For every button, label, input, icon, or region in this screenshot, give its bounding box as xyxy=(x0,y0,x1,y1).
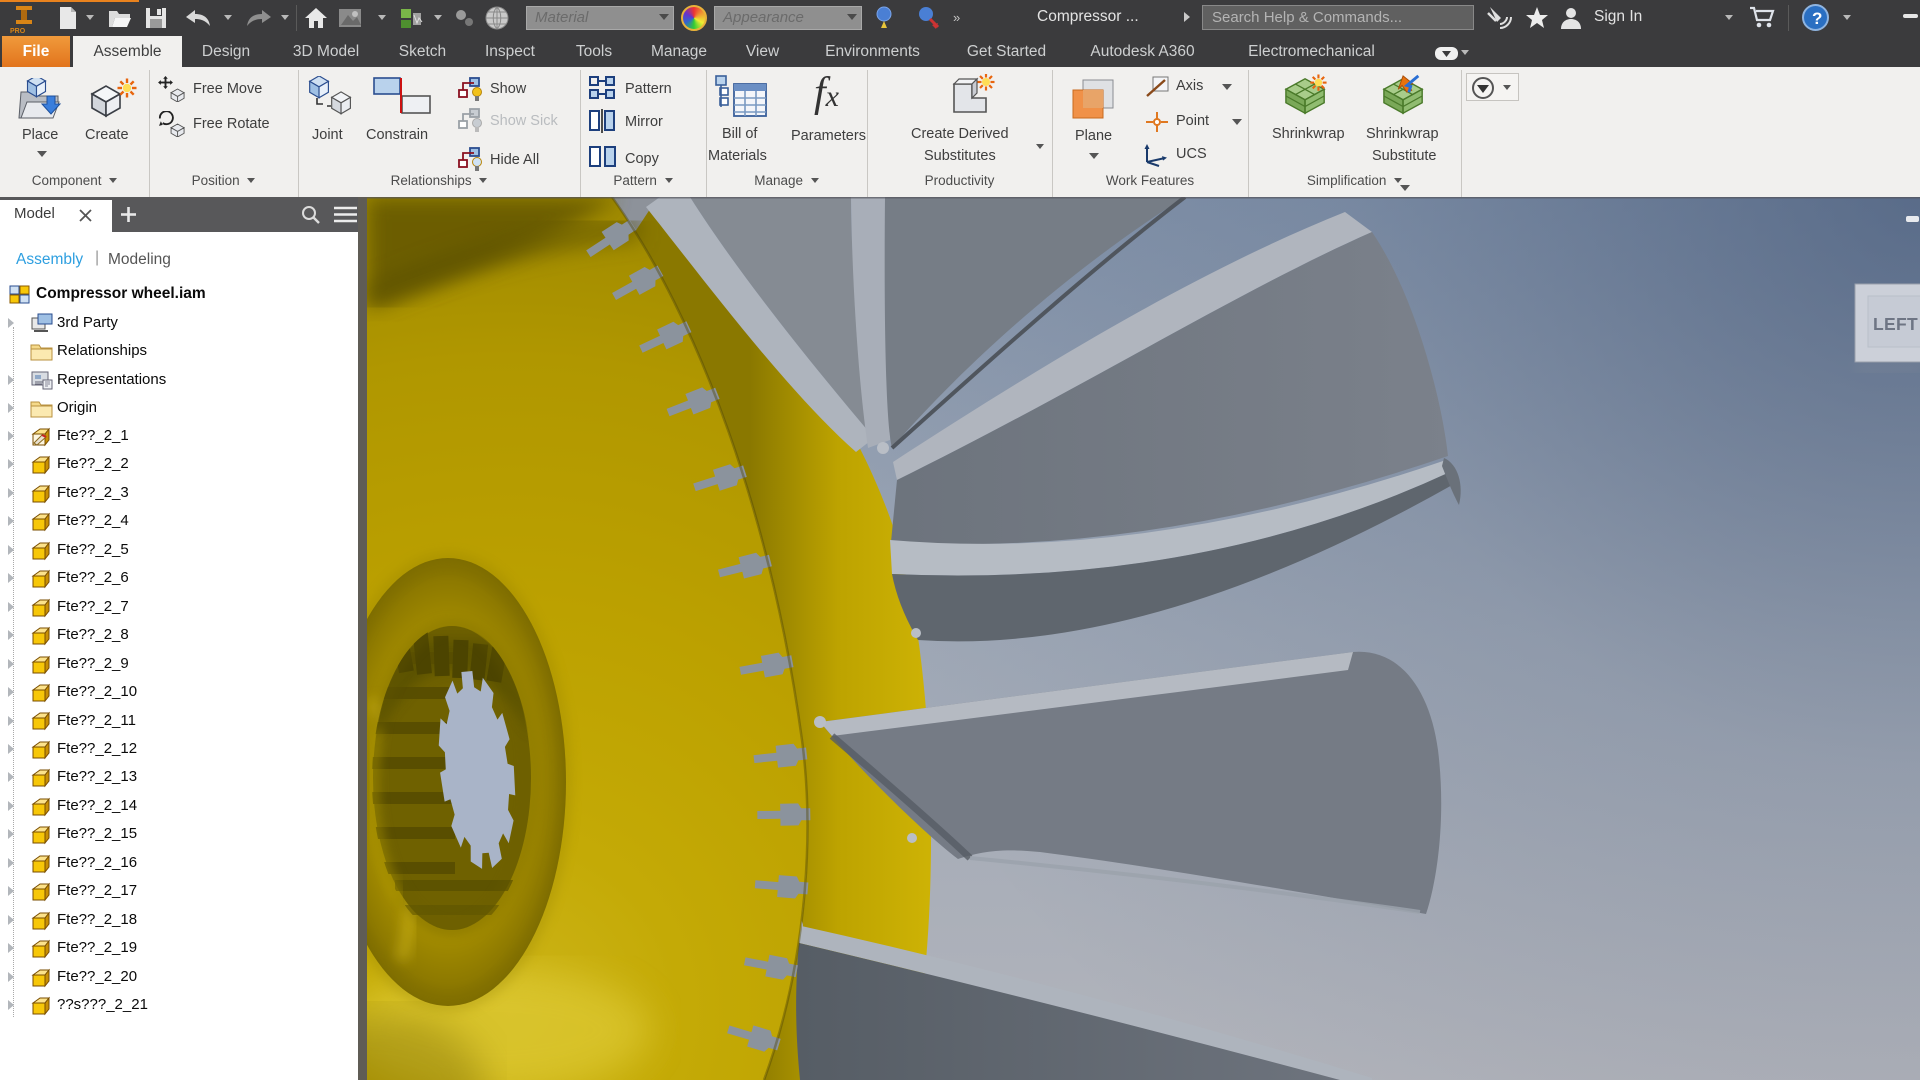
svg-text:PRO: PRO xyxy=(10,28,26,34)
svg-text:LEFT: LEFT xyxy=(1873,314,1918,334)
